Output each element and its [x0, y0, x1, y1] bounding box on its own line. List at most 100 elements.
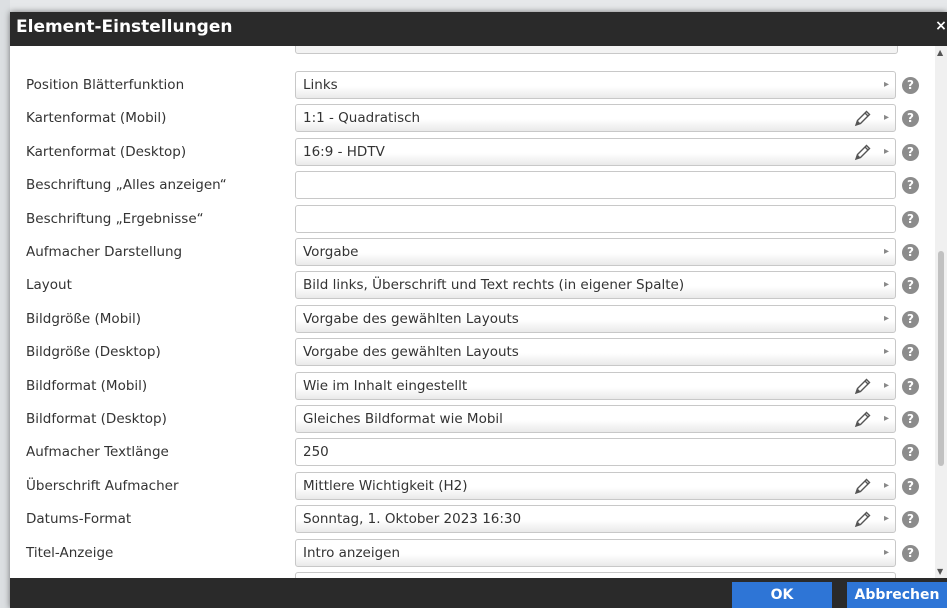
settings-row: Bildformat (Mobil) Wie im Inhalt eingeste…: [10, 370, 935, 404]
settings-row: Beschriftung „Alles anzeigen“?: [10, 169, 935, 203]
setting-label: Kartenformat (Mobil): [26, 110, 167, 127]
pencil-icon[interactable]: [853, 476, 873, 496]
caret-right-icon: ▸: [883, 379, 889, 391]
setting-label: Kartenformat (Desktop): [26, 143, 187, 160]
setting-value: Vorgabe des gewählten Layouts: [303, 344, 519, 361]
settings-row: Kartenformat (Desktop) 16:9 - HDTV ▸?: [10, 136, 935, 170]
help-icon[interactable]: ?: [902, 377, 919, 395]
setting-value: 250: [303, 444, 329, 461]
scroll-down-arrow-icon[interactable]: ▼: [937, 567, 943, 576]
setting-text-input[interactable]: 250: [295, 438, 896, 467]
caret-right-icon: ▸: [883, 546, 889, 558]
scrollbar-thumb[interactable]: [938, 251, 944, 466]
setting-value: 16:9 - HDTV: [303, 143, 385, 160]
setting-label: Titel-Anzeige: [26, 544, 114, 561]
setting-select[interactable]: 1:1 - Quadratisch ▸: [295, 104, 896, 133]
help-icon[interactable]: ?: [902, 143, 919, 161]
setting-value: Wie im Inhalt eingestellt: [303, 377, 468, 394]
setting-label: Beschriftung „Alles anzeigen“: [26, 177, 227, 194]
setting-select[interactable]: Links ▸: [295, 71, 896, 99]
setting-select[interactable]: 16:9 - HDTV ▸: [295, 137, 896, 166]
pencil-icon[interactable]: [853, 142, 873, 162]
setting-label: Bildformat (Mobil): [26, 377, 148, 394]
form-scrollbar[interactable]: ▲ ▼: [935, 46, 947, 578]
settings-row: Titel-Anzeige Intro anzeigen ▸?: [10, 537, 935, 571]
setting-value: Vorgabe: [303, 244, 359, 260]
help-icon[interactable]: ?: [902, 477, 919, 495]
caret-right-icon: ▸: [883, 413, 889, 424]
setting-select[interactable]: Wie im Inhalt eingestellt ▸: [295, 371, 896, 400]
setting-value: 1:1 - Quadratisch: [303, 110, 421, 127]
caret-right-icon: ▸: [883, 246, 889, 257]
setting-label: Bildformat (Desktop): [26, 411, 167, 427]
pencil-icon[interactable]: [853, 509, 873, 529]
help-icon[interactable]: ?: [902, 210, 919, 228]
caret-right-icon: ▸: [883, 346, 889, 358]
setting-select[interactable]: Vorgabe des gewählten Layouts ▸: [295, 304, 896, 333]
setting-select[interactable]: Vorgabe ▸: [295, 238, 896, 266]
setting-label: Aufmacher Darstellung: [26, 244, 183, 260]
settings-form: Position Blätterfunktion Links ▸? Kartenfor…: [10, 46, 935, 578]
help-icon[interactable]: ?: [902, 544, 919, 562]
close-icon[interactable]: ×: [935, 18, 947, 36]
setting-select[interactable]: Mittlere Wichtigkeit (H2) ▸: [295, 471, 896, 500]
help-icon[interactable]: ?: [902, 511, 919, 529]
setting-value: Bild links, Überschrift und Text rechts …: [303, 277, 685, 294]
help-icon[interactable]: ?: [902, 177, 919, 195]
setting-text-input[interactable]: [295, 171, 896, 200]
setting-select[interactable]: Bild links, Überschrift und Text rechts …: [295, 271, 896, 300]
setting-select[interactable]: Sonntag, 1. Oktober 2023 16:30 ▸: [295, 505, 896, 534]
caret-right-icon: ▸: [883, 479, 889, 491]
setting-value: Gleiches Bildformat wie Mobil: [303, 411, 503, 427]
settings-row: Bildformat (Desktop) Gleiches Bildformat …: [10, 403, 935, 437]
scroll-up-arrow-icon[interactable]: ▲: [937, 48, 943, 57]
setting-label: Beschriftung „Ergebnisse“: [26, 210, 204, 227]
caret-right-icon: ▸: [883, 279, 889, 291]
settings-row: Aufmacher Textlänge 250?: [10, 436, 935, 470]
ok-button[interactable]: OK: [732, 582, 832, 608]
pencil-icon[interactable]: [853, 409, 873, 429]
setting-value: Links: [303, 77, 338, 93]
settings-row: Position Blätterfunktion Links ▸?: [10, 69, 935, 103]
help-icon[interactable]: ?: [902, 411, 919, 428]
setting-label: Position Blätterfunktion: [26, 77, 185, 93]
setting-select[interactable]: Vorgabe des gewählten Layouts ▸: [295, 338, 896, 367]
cancel-button[interactable]: Abbrechen: [847, 582, 947, 608]
caret-right-icon: ▸: [883, 79, 889, 90]
caret-right-icon: ▸: [883, 513, 889, 525]
setting-value: Sonntag, 1. Oktober 2023 16:30: [303, 511, 522, 528]
setting-label: Bildgröße (Desktop): [26, 344, 161, 361]
caret-right-icon: ▸: [883, 112, 889, 124]
settings-row: Überschrift Aufmacher Mittlere Wichtigkei…: [10, 470, 935, 504]
caret-right-icon: ▸: [883, 312, 889, 324]
settings-row: Bildgröße (Mobil) Vorgabe des gewählten L…: [10, 303, 935, 337]
pencil-icon[interactable]: [853, 108, 873, 128]
setting-label: Bildgröße (Mobil): [26, 310, 142, 327]
settings-row: Layout Bild links, Überschrift und Text r…: [10, 269, 935, 303]
setting-label: Layout: [26, 277, 72, 294]
setting-label: Aufmacher Textlänge: [26, 444, 169, 461]
settings-row: Beschriftung „Ergebnisse“?: [10, 203, 935, 237]
help-icon[interactable]: ?: [902, 110, 919, 128]
help-icon[interactable]: ?: [902, 244, 919, 261]
setting-label: Überschrift Aufmacher: [26, 477, 179, 494]
help-icon[interactable]: ?: [902, 277, 919, 295]
help-icon[interactable]: ?: [902, 77, 919, 94]
setting-select[interactable]: Intro anzeigen ▸: [295, 538, 896, 567]
background-window-edge: [0, 0, 10, 608]
setting-select[interactable]: Gleiches Bildformat wie Mobil ▸: [295, 405, 896, 433]
setting-label: Datums-Format: [26, 511, 132, 528]
dialog-title: Element-Einstellungen: [16, 17, 233, 37]
help-icon[interactable]: ?: [902, 344, 919, 362]
dialog-footer: OK Abbrechen: [10, 578, 947, 608]
pencil-icon[interactable]: [853, 376, 873, 396]
previous-field-partial[interactable]: [295, 46, 898, 54]
help-icon[interactable]: ?: [902, 310, 919, 328]
caret-right-icon: ▸: [883, 145, 889, 157]
settings-row: Bildgröße (Desktop) Vorgabe des gewählten…: [10, 336, 935, 370]
help-icon[interactable]: ?: [902, 444, 919, 462]
setting-value: Vorgabe des gewählten Layouts: [303, 310, 519, 327]
dialog-titlebar: Element-Einstellungen ×: [10, 12, 947, 46]
element-settings-dialog: Element-Einstellungen × Position Blätter…: [10, 12, 947, 608]
setting-text-input[interactable]: [295, 204, 896, 233]
